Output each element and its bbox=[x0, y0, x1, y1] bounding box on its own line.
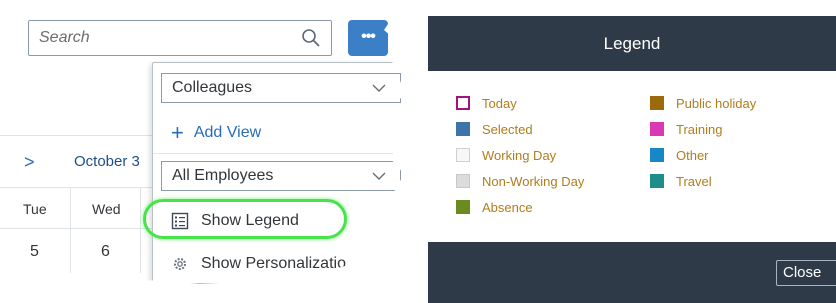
search-placeholder: Search bbox=[39, 29, 90, 46]
close-button[interactable]: Close bbox=[776, 260, 836, 286]
plus-icon: + bbox=[171, 120, 184, 145]
grid-divider bbox=[140, 188, 141, 273]
add-view-label: Add View bbox=[193, 124, 262, 141]
legend-swatch bbox=[456, 96, 470, 110]
gear-icon bbox=[174, 258, 186, 270]
legend-swatch bbox=[456, 122, 470, 136]
show-legend-highlight bbox=[143, 199, 347, 239]
legend-item: Travel bbox=[650, 171, 712, 191]
legend-dialog-header: Legend bbox=[428, 16, 836, 71]
legend-swatch bbox=[650, 96, 664, 110]
legend-swatch bbox=[456, 148, 470, 162]
show-personalization-label: Show Personalizatio bbox=[201, 255, 346, 272]
legend-label: Today bbox=[482, 95, 517, 111]
search-icon[interactable] bbox=[301, 28, 321, 48]
legend-swatch bbox=[456, 174, 470, 188]
day-name-wed: Wed bbox=[92, 201, 121, 217]
show-personalization-menu-item[interactable]: Show Personalizatio bbox=[171, 255, 346, 273]
legend-swatch bbox=[650, 174, 664, 188]
view-select[interactable]: Colleagues bbox=[161, 73, 401, 103]
more-icon: ••• bbox=[361, 28, 376, 45]
add-view-button[interactable]: + Add View bbox=[171, 121, 261, 145]
chevron-down-icon[interactable] bbox=[372, 171, 386, 181]
options-menu: Colleagues + Add View All Employees Show… bbox=[152, 62, 406, 284]
legend-item: Other bbox=[650, 145, 709, 165]
legend-label: Non-Working Day bbox=[482, 173, 585, 189]
grid-divider bbox=[0, 135, 160, 136]
day-name-tue: Tue bbox=[23, 201, 47, 217]
chevron-down-icon[interactable] bbox=[372, 83, 386, 93]
search-input[interactable]: Search bbox=[28, 20, 332, 56]
legend-dialog-footer: Close bbox=[428, 242, 836, 303]
month-label[interactable]: October 3 bbox=[74, 153, 140, 170]
employee-select-value: All Employees bbox=[172, 167, 274, 184]
legend-item: Public holiday bbox=[650, 93, 756, 113]
legend-label: Travel bbox=[676, 173, 712, 189]
legend-swatch bbox=[650, 122, 664, 136]
grid-divider bbox=[0, 187, 160, 188]
legend-label: Public holiday bbox=[676, 95, 757, 111]
legend-dialog: Legend Today Selected Working Day Non-Worki… bbox=[428, 16, 836, 303]
legend-item: Today bbox=[456, 93, 517, 113]
legend-swatch bbox=[456, 200, 470, 214]
employee-select[interactable]: All Employees bbox=[161, 161, 401, 191]
menu-separator bbox=[153, 153, 406, 154]
legend-swatch bbox=[650, 148, 664, 162]
legend-dialog-title: Legend bbox=[603, 34, 661, 53]
legend-item: Selected bbox=[456, 119, 533, 139]
more-options-button[interactable]: ••• bbox=[348, 20, 388, 56]
legend-item: Training bbox=[650, 119, 722, 139]
day-number-5[interactable]: 5 bbox=[30, 243, 39, 261]
day-number-6[interactable]: 6 bbox=[101, 243, 110, 261]
calendar-screenshot-panel: Search ••• > October 3 Tue Wed 5 6 Colle… bbox=[0, 0, 406, 284]
legend-label: Training bbox=[676, 121, 723, 137]
next-period-chevron-icon[interactable]: > bbox=[24, 152, 35, 173]
view-select-value: Colleagues bbox=[172, 79, 253, 96]
legend-label: Selected bbox=[482, 121, 533, 137]
legend-item: Non-Working Day bbox=[456, 171, 584, 191]
legend-label: Other bbox=[676, 147, 709, 163]
grid-divider bbox=[0, 228, 160, 229]
legend-item: Working Day bbox=[456, 145, 556, 165]
legend-item: Absence bbox=[456, 197, 533, 217]
legend-label: Absence bbox=[482, 199, 533, 215]
legend-label: Working Day bbox=[482, 147, 557, 163]
legend-dialog-body: Today Selected Working Day Non-Working Day A… bbox=[428, 71, 836, 241]
grid-divider bbox=[70, 188, 71, 273]
